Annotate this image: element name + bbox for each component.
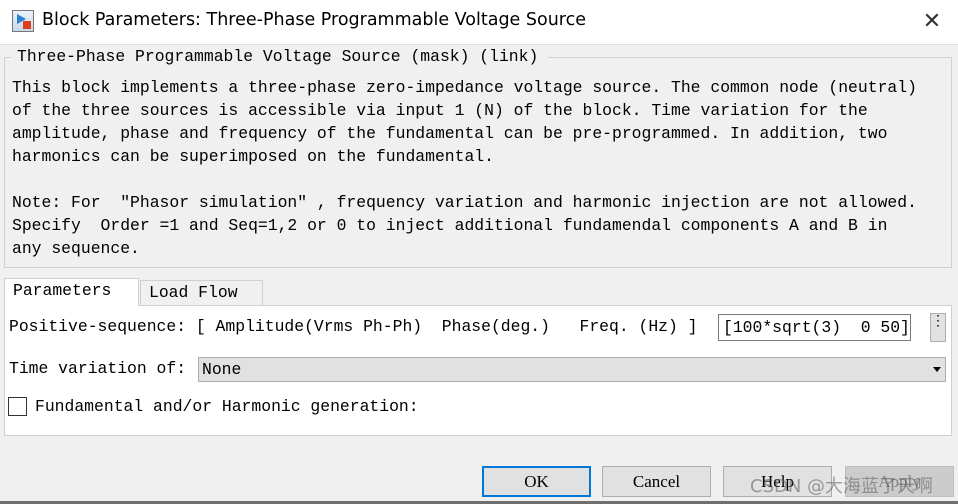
time-variation-select[interactable]: None — [198, 357, 946, 382]
tab-load-flow[interactable]: Load Flow — [140, 280, 263, 306]
positive-sequence-input[interactable]: [100*sqrt(3) 0 50] — [718, 314, 911, 341]
description-line: amplitude, phase and frequency of the fu… — [12, 124, 888, 143]
description-line: This block implements a three-phase zero… — [12, 78, 917, 97]
description-line: of the three sources is accessible via i… — [12, 101, 868, 120]
ok-button[interactable]: OK — [482, 466, 591, 497]
cancel-button[interactable]: Cancel — [602, 466, 711, 497]
block-description: This block implements a three-phase zero… — [12, 76, 948, 260]
close-button[interactable]: ✕ — [916, 8, 948, 36]
description-line: any sequence. — [12, 239, 140, 258]
divider — [548, 57, 952, 58]
watermark: CSDN @大海蓝了天啊 — [750, 476, 934, 497]
harmonic-generation-checkbox[interactable] — [8, 397, 27, 416]
simulink-block-icon — [12, 10, 34, 32]
close-icon: ✕ — [922, 9, 942, 34]
time-variation-label: Time variation of: — [9, 359, 187, 378]
title-bar: Block Parameters: Three-Phase Programmab… — [0, 0, 958, 45]
tab-parameters[interactable]: Parameters — [4, 278, 139, 306]
window-title: Block Parameters: Three-Phase Programmab… — [42, 10, 586, 30]
group-legend: Three-Phase Programmable Voltage Source … — [15, 47, 541, 66]
vertical-ellipsis-icon: ⋮ — [931, 314, 945, 330]
more-options-button[interactable]: ⋮ — [930, 313, 946, 342]
dropdown-arrow-icon — [933, 367, 941, 372]
description-line: Specify Order =1 and Seq=1,2 or 0 to inj… — [12, 216, 888, 235]
description-line: harmonics can be superimposed on the fun… — [12, 147, 494, 166]
harmonic-generation-label: Fundamental and/or Harmonic generation: — [35, 397, 419, 416]
description-line: Note: For "Phasor simulation" , frequenc… — [12, 193, 917, 212]
positive-sequence-label: Positive-sequence: [ Amplitude(Vrms Ph-P… — [9, 317, 698, 336]
select-value: None — [202, 360, 242, 379]
